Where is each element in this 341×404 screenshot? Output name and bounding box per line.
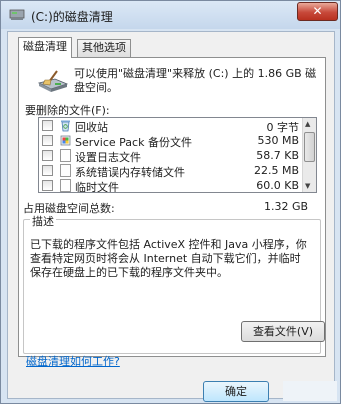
description-text: 已下载的程序文件包括 ActiveX 控件和 Java 小程序，你 查看特定网页… <box>30 238 316 280</box>
close-button[interactable]: ✕ <box>297 2 338 21</box>
disk-cleanup-app-icon <box>9 9 25 20</box>
scrollbar-thumb[interactable] <box>304 132 315 162</box>
list-item[interactable]: 临时文件 60.0 KB <box>39 178 303 193</box>
checkbox[interactable] <box>42 150 53 161</box>
file-icon <box>60 179 71 192</box>
summary-line-1: 可以使用"磁盘清理"来释放 (C:) 上的 1.86 GB 磁 <box>74 67 317 80</box>
ok-button[interactable]: 确定 <box>203 381 269 402</box>
dialog-body: 磁盘清理 其他选项 可以使用"磁盘清理"来释放 (C:) 上的 1.86 GB … <box>7 31 335 399</box>
description-line-2: 查看特定网页时将会从 Internet 自动下载它们，并临时 <box>30 252 301 265</box>
disk-cleanup-window: (C:)的磁盘清理 ✕ 磁盘清理 其他选项 可以使用"磁盘清理"来释放 (C:)… <box>0 0 341 404</box>
service-pack-icon <box>60 135 71 146</box>
summary-line-2: 盘空间。 <box>74 81 118 94</box>
checkbox[interactable] <box>42 180 53 191</box>
how-disk-cleanup-works-link[interactable]: 磁盘清理如何工作? <box>26 353 120 369</box>
file-size: 58.7 KB <box>256 149 299 162</box>
list-item[interactable]: 系统错误内存转储文件 22.5 MB <box>39 163 303 179</box>
scroll-up-arrow-icon[interactable]: ▲ <box>305 120 310 128</box>
scroll-down-arrow-icon[interactable]: ▼ <box>305 182 310 190</box>
file-size: 530 MB <box>257 134 299 147</box>
list-scrollbar[interactable]: ▲ ▼ <box>302 118 316 192</box>
tab-disk-cleanup[interactable]: 磁盘清理 <box>18 37 72 58</box>
disk-cleanup-icon <box>37 70 69 92</box>
checkbox[interactable] <box>42 135 53 146</box>
file-icon <box>60 149 71 162</box>
files-to-delete-label: 要删除的文件(F): <box>25 104 110 117</box>
file-size: 22.5 MB <box>253 164 299 177</box>
file-name: 临时文件 <box>75 181 119 193</box>
total-space-value: 1.32 GB <box>264 200 309 213</box>
description-group: 描述 已下载的程序文件包括 ActiveX 控件和 Java 小程序，你 查看特… <box>23 213 325 354</box>
view-files-button[interactable]: 查看文件(V) <box>241 321 325 342</box>
watermark-overlay <box>283 381 337 401</box>
list-item[interactable]: Service Pack 备份文件 530 MB <box>39 133 303 149</box>
tab-panel: 可以使用"磁盘清理"来释放 (C:) 上的 1.86 GB 磁 盘空间。 要删除… <box>18 57 326 357</box>
files-to-delete-list[interactable]: 回收站 0 字节 Service Pack 备份文件 530 MB 设置日志文件… <box>38 117 317 193</box>
recycle-bin-icon <box>61 120 70 132</box>
summary-text: 可以使用"磁盘清理"来释放 (C:) 上的 1.86 GB 磁 盘空间。 <box>74 67 324 95</box>
window-title: (C:)的磁盘清理 <box>31 10 113 24</box>
checkbox[interactable] <box>42 165 53 176</box>
file-size: 60.0 KB <box>256 179 299 192</box>
description-legend: 描述 <box>30 213 56 229</box>
description-line-1: 已下载的程序文件包括 ActiveX 控件和 Java 小程序，你 <box>30 238 307 251</box>
list-item[interactable]: 回收站 0 字节 <box>39 118 303 134</box>
tab-more-options[interactable]: 其他选项 <box>77 39 131 57</box>
checkbox[interactable] <box>42 120 53 131</box>
title-bar[interactable]: (C:)的磁盘清理 ✕ <box>1 1 340 29</box>
file-icon <box>60 164 71 177</box>
list-item[interactable]: 设置日志文件 58.7 KB <box>39 148 303 164</box>
description-line-3: 保存在硬盘上的已下载的程序文件夹中。 <box>30 266 228 279</box>
